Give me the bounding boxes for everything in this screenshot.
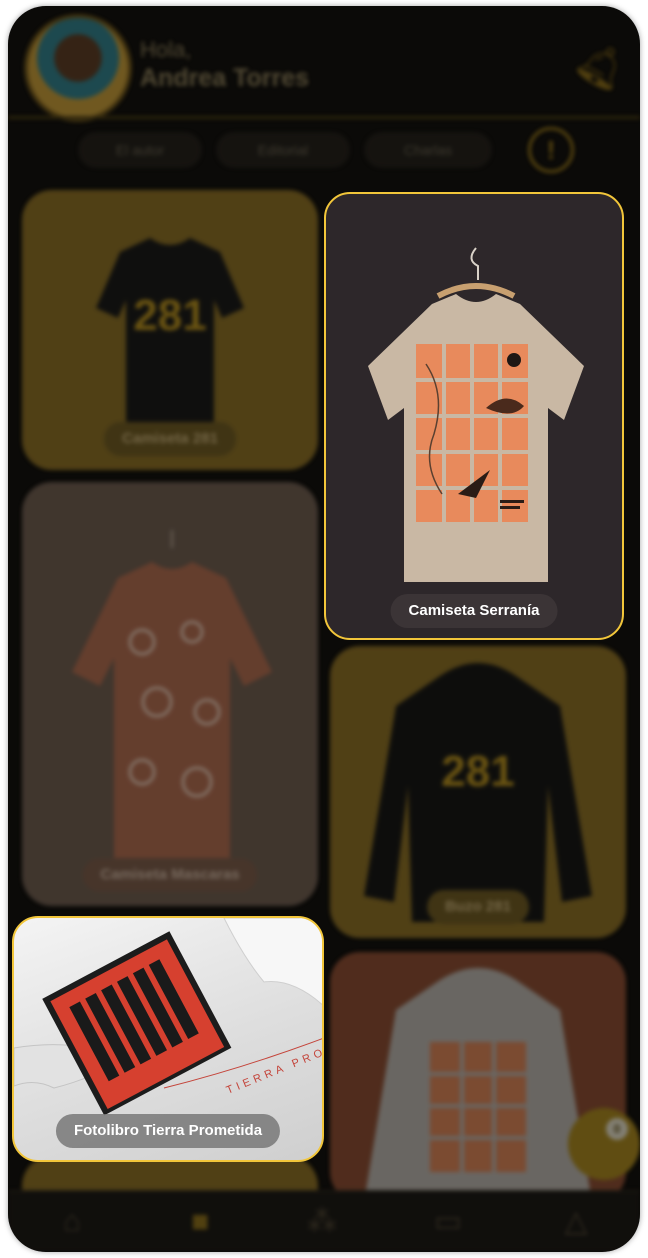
bell-icon[interactable]: 🔔︎ (566, 33, 635, 99)
bottom-navbar: ⌂ ■ ⁂ ▭ △ (8, 1190, 640, 1252)
home-icon[interactable]: ⌂ (52, 1204, 92, 1240)
app-screen: Hola, Andrea Torres 🔔︎ El autor Editoria… (8, 6, 640, 1252)
user-name: Andrea Torres (140, 64, 310, 92)
greeting-text: Hola, (140, 37, 192, 62)
product-card-buzo-281[interactable]: 281 Buzo 281 (330, 646, 626, 938)
chip-el-autor[interactable]: El autor (78, 132, 202, 168)
profile-icon[interactable]: △ (556, 1204, 596, 1240)
calendar-icon[interactable]: ▭ (428, 1204, 468, 1240)
product-label: Camiseta Serranía (390, 594, 558, 628)
filter-chips: El autor Editorial Charlas (78, 132, 492, 168)
cart-fab[interactable] (568, 1108, 640, 1180)
chip-charlas[interactable]: Charlas (364, 132, 492, 168)
product-label: Fotolibro Tierra Prometida (55, 1114, 281, 1148)
cart-count-badge: 0 (606, 1118, 628, 1140)
tshirt-image (368, 247, 584, 582)
tshirt-image (72, 530, 272, 866)
product-card-camiseta-281[interactable]: 281 Camiseta 281 (22, 190, 318, 470)
print-281: 281 (133, 291, 206, 340)
product-card-camiseta-serrania[interactable]: Camiseta Serranía (324, 192, 624, 640)
product-label: Buzo 281 (427, 890, 529, 924)
info-icon[interactable]: ! (528, 127, 574, 173)
product-card-camiseta-mascaras[interactable]: Camiseta Mascaras (22, 482, 318, 906)
product-card-fotolibro[interactable]: TIERRA PROMETIDA Fotolibro Tierra Promet… (12, 916, 324, 1162)
chip-editorial[interactable]: Editorial (216, 132, 350, 168)
shop-icon[interactable]: ■ (180, 1204, 220, 1240)
product-label: Camiseta 281 (104, 422, 236, 456)
greeting-block: Hola, Andrea Torres (140, 36, 309, 92)
product-label: Camiseta Mascaras (82, 858, 258, 892)
print-281: 281 (441, 747, 514, 796)
avatar[interactable] (24, 14, 132, 122)
header: Hola, Andrea Torres 🔔︎ (8, 6, 640, 124)
community-icon[interactable]: ⁂ (294, 1204, 350, 1240)
header-divider (8, 116, 640, 119)
book-title-text: TIERRA PROMETIDA (225, 1021, 324, 1097)
